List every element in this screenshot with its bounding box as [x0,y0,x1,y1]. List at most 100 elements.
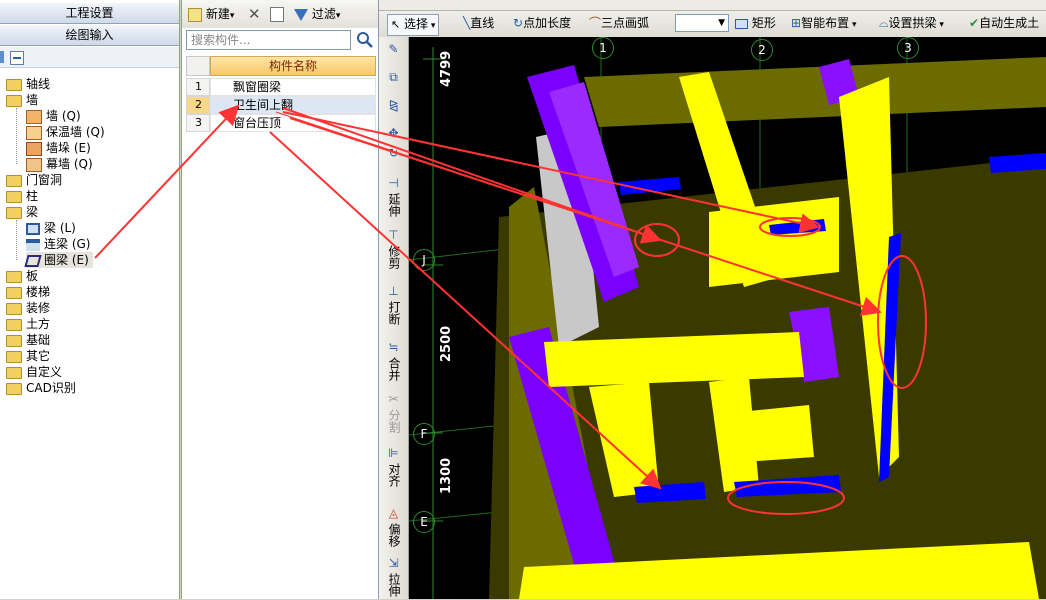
tree-item-ring-beam[interactable]: 圈梁 (E) [24,252,93,268]
tree-item-pilaster[interactable]: 墙垛 (E) [26,140,91,156]
tree-item-custom[interactable]: 自定义 [6,364,62,380]
arch-beam-icon: ⌓ [879,16,889,30]
folder-icon [6,94,22,107]
tree-item-slab[interactable]: 板 [6,268,38,284]
tree-item-column[interactable]: 柱 [6,188,38,204]
mirror-icon[interactable]: ⧎ [381,99,406,115]
split-icon: ✂ [388,392,399,406]
break-icon: ⊥ [388,284,399,298]
axis-label-2: 2 [751,39,773,61]
dimension-label: 1300 [439,457,454,494]
folder-icon [6,174,22,187]
wall-icon [26,109,42,124]
copy-tool-icon[interactable]: ⧉ [381,71,406,87]
search-input[interactable]: 搜索构件... [186,30,351,50]
rectangle-button[interactable]: 矩形 [735,14,776,32]
drawing-canvas[interactable]: 1 2 3 J F E 4799 2500 1300 [409,37,1046,599]
insulation-wall-icon [26,125,42,140]
stretch-icon: ⇲ [388,556,399,570]
trim-button[interactable]: ⊤ 修剪 [381,229,406,272]
move-icon[interactable]: ✥ [381,127,406,143]
tree-item-wall-q[interactable]: 墙 (Q) [26,108,81,124]
folder-icon [6,350,22,363]
point-length-button[interactable]: ↻点加长度 [513,14,571,32]
pilaster-icon [26,141,42,156]
beam-icon [26,222,40,235]
edit-tool-strip: ✎ ⧉ ⧎ ✥ ↻ ⊣ 延伸 ⊤ 修剪 ⊥ 打断 ≒ 合并 ✂ 分割 ⊫ 对齐 ◬ 偏移 ⇲ 拉… [379,37,409,599]
tree-item-cad[interactable]: CAD识别 [6,380,76,396]
folder-icon [6,78,22,91]
offset-button[interactable]: ◬ 偏移 [381,507,406,550]
offset-icon: ◬ [388,506,399,520]
delete-icon[interactable]: ✕ [248,5,261,23]
split-button[interactable]: ✂ 分割 [381,393,406,436]
tree-item-beam-l[interactable]: 梁 (L) [26,220,76,236]
ring-beam-icon [24,254,42,267]
folder-icon [6,334,22,347]
navigation-panel: 工程设置 绘图输入 轴线 墙 墙 (Q) 保温墙 (Q) 墙垛 (E) 幕墙 (… [0,0,180,599]
tree-item-decoration[interactable]: 装修 [6,300,50,316]
axis-label-e: E [413,511,435,533]
axis-label-3: 3 [897,37,919,59]
table-row[interactable]: 3 窗台压顶 [186,114,376,132]
three-point-arc-button[interactable]: ⌒三点画弧 [589,14,649,32]
new-button[interactable]: 新建▾ [188,5,234,23]
3d-model-view [409,37,1046,599]
column-header-name[interactable]: 构件名称 [210,56,376,76]
new-icon [188,7,202,22]
collapse-all-icon[interactable] [10,51,24,65]
folder-icon [6,382,22,395]
tree-item-foundation[interactable]: 基础 [6,332,50,348]
rotate-icon: ↻ [513,16,524,30]
component-list-panel: 新建▾ ✕ 过滤▾ 搜索构件... 构件名称 1 飘窗圈梁 2 卫生间上翻 3 … [181,0,379,599]
coupling-beam-icon [26,238,40,251]
grid-icon: ⊞ [791,16,802,30]
smart-place-button[interactable]: ⊞智能布置 ▾ [791,14,856,32]
tree-item-insulation-wall[interactable]: 保温墙 (Q) [26,124,105,140]
stretch-button[interactable]: ⇲ 拉伸 [381,557,406,600]
tree-item-door-window[interactable]: 门窗洞 [6,172,62,188]
expand-all-icon[interactable] [0,51,4,63]
tree-item-other[interactable]: 其它 [6,348,50,364]
extend-button[interactable]: ⊣ 延伸 [381,177,406,220]
line-button[interactable]: ╲直线 [463,14,494,32]
project-settings-tab[interactable]: 工程设置 [0,3,179,24]
merge-button[interactable]: ≒ 合并 [381,341,406,384]
folder-icon [6,286,22,299]
drawing-toolbar: ↖ 选择 ▾ ╲直线 ↻点加长度 ⌒三点画弧 ▼ 矩形 ⊞智能布置 ▾ ⌓设置拱… [379,0,1046,38]
table-row[interactable]: 2 卫生间上翻 [186,96,376,114]
align-button[interactable]: ⊫ 对齐 [381,447,406,490]
tree-item-earthwork[interactable]: 土方 [6,316,50,332]
copy-icon[interactable] [270,5,284,23]
cursor-arrow-icon: ↖ [391,18,401,31]
drawing-input-tab[interactable]: 绘图输入 [0,25,179,46]
extend-icon: ⊣ [388,176,399,190]
tree-item-beam[interactable]: 梁 [6,204,38,220]
rotate-tool-icon[interactable]: ↻ [381,147,406,163]
arc-mode-select[interactable]: ▼ [675,14,729,32]
break-button[interactable]: ⊥ 打断 [381,285,406,328]
tree-item-axis[interactable]: 轴线 [6,76,50,92]
list-toolbar: 新建▾ ✕ 过滤▾ [182,0,378,28]
align-icon: ⊫ [388,446,399,460]
select-button[interactable]: ↖ 选择 ▾ [387,14,440,36]
trim-icon: ⊤ [388,228,399,242]
tree-toolbar [0,47,179,68]
set-arch-beam-button[interactable]: ⌓设置拱梁 ▾ [879,14,944,32]
dimension-label: 2500 [439,325,454,362]
filter-button[interactable]: 过滤▾ [294,5,340,23]
brush-icon[interactable]: ✎ [381,43,406,59]
tree-item-coupling-beam[interactable]: 连梁 (G) [26,236,90,252]
tree-item-wall[interactable]: 墙 [6,92,38,108]
search-icon[interactable] [355,30,375,50]
tree-item-curtain-wall[interactable]: 幕墙 (Q) [26,156,93,172]
dimension-label: 4799 [439,50,454,87]
auto-generate-button[interactable]: ✔自动生成土 [969,14,1039,32]
folder-icon [6,270,22,283]
filter-icon [294,8,308,21]
tree-item-stair[interactable]: 楼梯 [6,284,50,300]
folder-icon [6,190,22,203]
folder-icon [6,206,22,219]
table-row[interactable]: 1 飘窗圈梁 [186,78,376,96]
folder-icon [6,302,22,315]
